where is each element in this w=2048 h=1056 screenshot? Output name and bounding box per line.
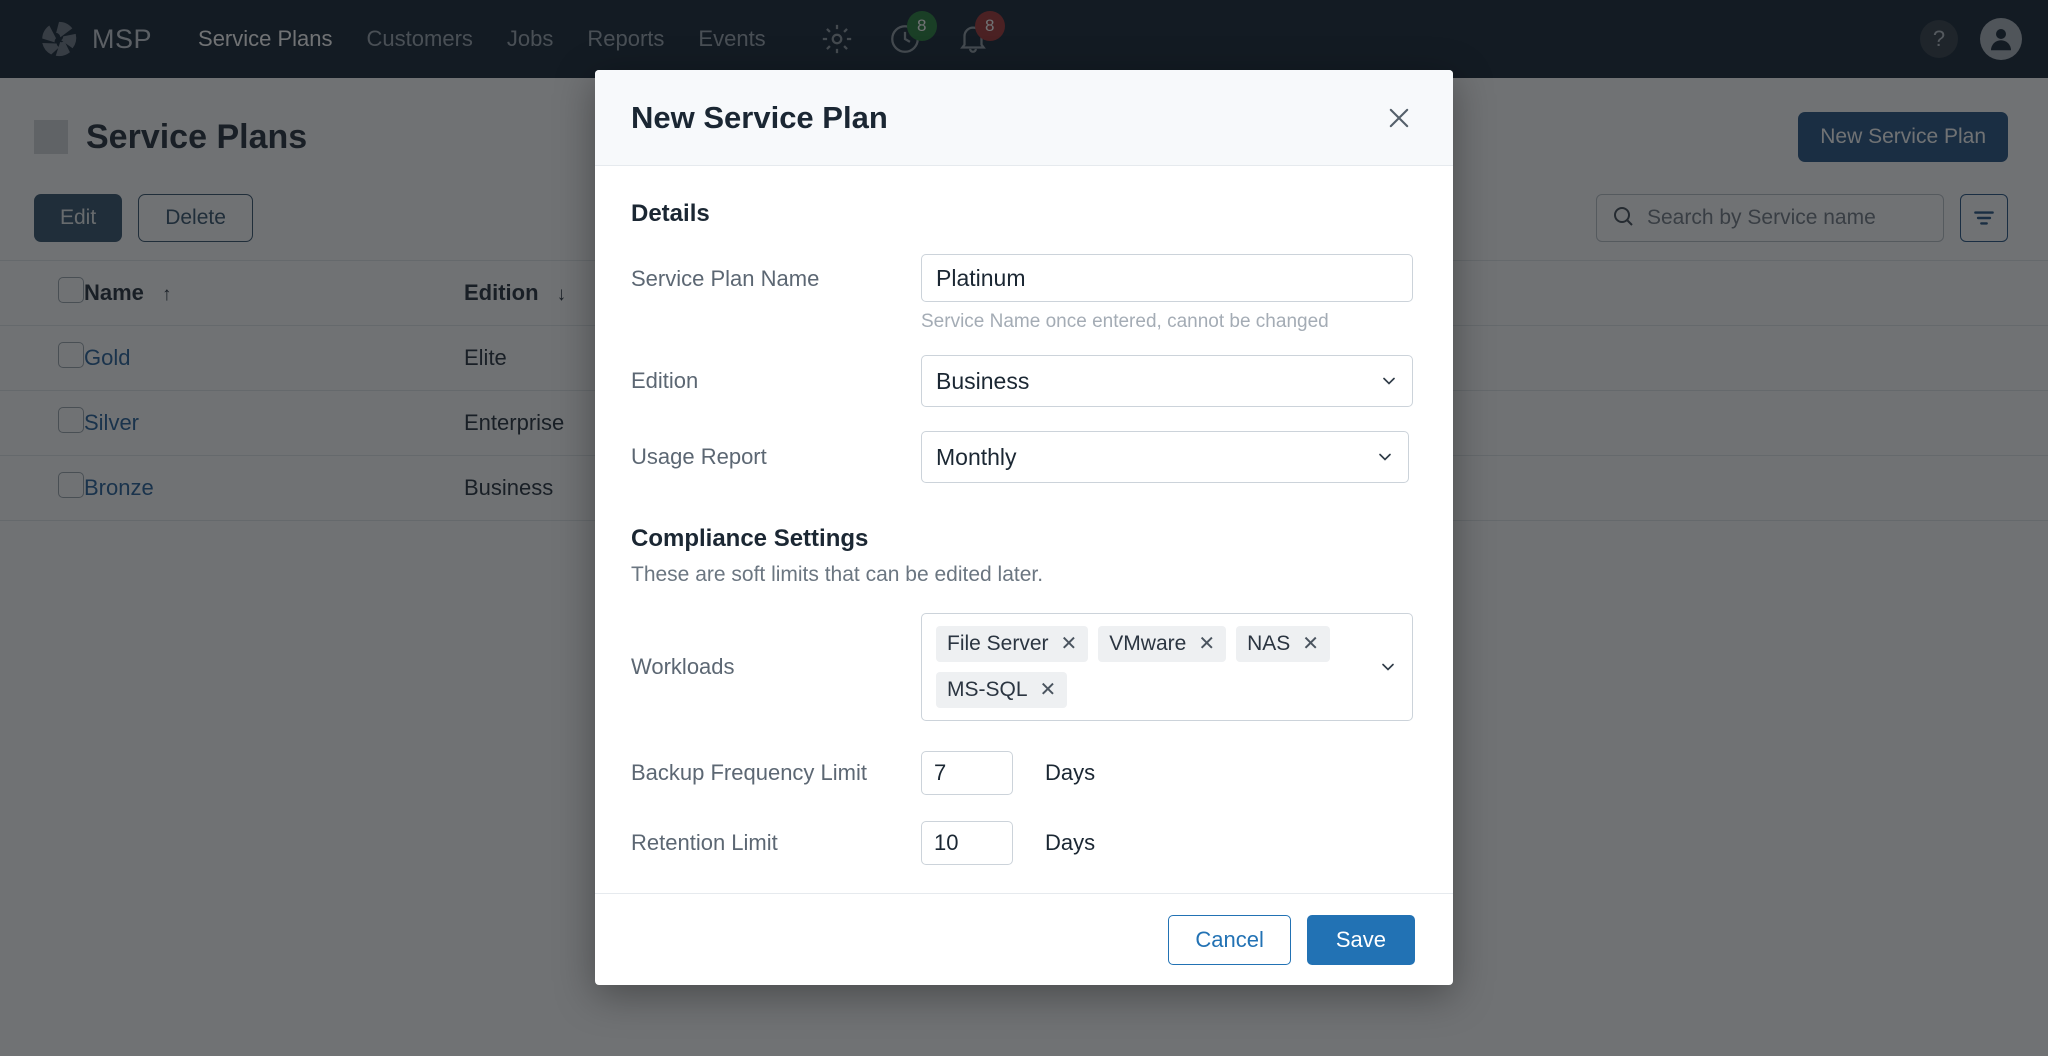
compliance-section-heading: Compliance Settings xyxy=(631,525,1413,553)
workload-chip[interactable]: File Server ✕ xyxy=(936,626,1088,662)
dialog-footer: Cancel Save xyxy=(595,893,1453,985)
usage-report-select[interactable]: Monthly xyxy=(921,431,1409,483)
service-plan-name-input[interactable] xyxy=(921,254,1413,302)
cancel-button[interactable]: Cancel xyxy=(1168,915,1290,965)
edition-select-wrap: Business xyxy=(921,355,1413,407)
edition-label: Edition xyxy=(631,368,921,394)
workload-chip-label: VMware xyxy=(1109,632,1186,656)
backup-frequency-control: Days xyxy=(921,751,1413,795)
workloads-label: Workloads xyxy=(631,654,921,680)
workload-chip-label: MS-SQL xyxy=(947,678,1028,702)
chip-remove-icon[interactable]: ✕ xyxy=(1302,634,1319,654)
field-retention-limit: Retention Limit Days xyxy=(631,821,1413,865)
chip-remove-icon[interactable]: ✕ xyxy=(1061,634,1078,654)
field-usage-report: Usage Report Monthly xyxy=(631,431,1413,483)
dialog-header: New Service Plan xyxy=(595,70,1453,166)
save-button[interactable]: Save xyxy=(1307,915,1415,965)
retention-label: Retention Limit xyxy=(631,830,921,856)
workload-chip[interactable]: NAS ✕ xyxy=(1236,626,1330,662)
field-service-plan-name: Service Plan Name Service Name once ente… xyxy=(631,254,1413,333)
chevron-down-icon[interactable] xyxy=(1378,657,1398,677)
chip-remove-icon[interactable]: ✕ xyxy=(1040,680,1057,700)
field-workloads: Workloads File Server ✕ VMware ✕ NAS ✕ xyxy=(631,613,1413,721)
workloads-multiselect[interactable]: File Server ✕ VMware ✕ NAS ✕ MS-SQL ✕ xyxy=(921,613,1413,721)
service-plan-name-label: Service Plan Name xyxy=(631,254,921,292)
edition-control: Business xyxy=(921,355,1413,407)
workload-chip[interactable]: MS-SQL ✕ xyxy=(936,672,1067,708)
service-plan-name-control: Service Name once entered, cannot be cha… xyxy=(921,254,1413,333)
workload-chip-label: NAS xyxy=(1247,632,1290,656)
retention-input[interactable] xyxy=(921,821,1013,865)
dialog-body: Details Service Plan Name Service Name o… xyxy=(595,166,1453,893)
usage-report-select-wrap: Monthly xyxy=(921,431,1409,483)
edition-select[interactable]: Business xyxy=(921,355,1413,407)
backup-frequency-unit: Days xyxy=(1045,760,1095,786)
backup-frequency-input[interactable] xyxy=(921,751,1013,795)
retention-control: Days xyxy=(921,821,1413,865)
field-backup-frequency-limit: Backup Frequency Limit Days xyxy=(631,751,1413,795)
chip-remove-icon[interactable]: ✕ xyxy=(1198,634,1215,654)
backup-frequency-label: Backup Frequency Limit xyxy=(631,760,921,786)
workload-chip-label: File Server xyxy=(947,632,1049,656)
workload-chip[interactable]: VMware ✕ xyxy=(1098,626,1226,662)
workloads-control: File Server ✕ VMware ✕ NAS ✕ MS-SQL ✕ xyxy=(921,613,1413,721)
usage-report-control: Monthly xyxy=(921,431,1413,483)
details-section-heading: Details xyxy=(631,200,1413,228)
retention-unit: Days xyxy=(1045,830,1095,856)
new-service-plan-dialog: New Service Plan Details Service Plan Na… xyxy=(595,70,1453,985)
service-plan-name-hint: Service Name once entered, cannot be cha… xyxy=(921,311,1413,333)
usage-report-label: Usage Report xyxy=(631,444,921,470)
compliance-section-subtext: These are soft limits that can be edited… xyxy=(631,563,1413,587)
field-edition: Edition Business xyxy=(631,355,1413,407)
compliance-section: Compliance Settings These are soft limit… xyxy=(631,525,1413,587)
close-icon[interactable] xyxy=(1381,100,1417,136)
dialog-title: New Service Plan xyxy=(631,100,888,136)
